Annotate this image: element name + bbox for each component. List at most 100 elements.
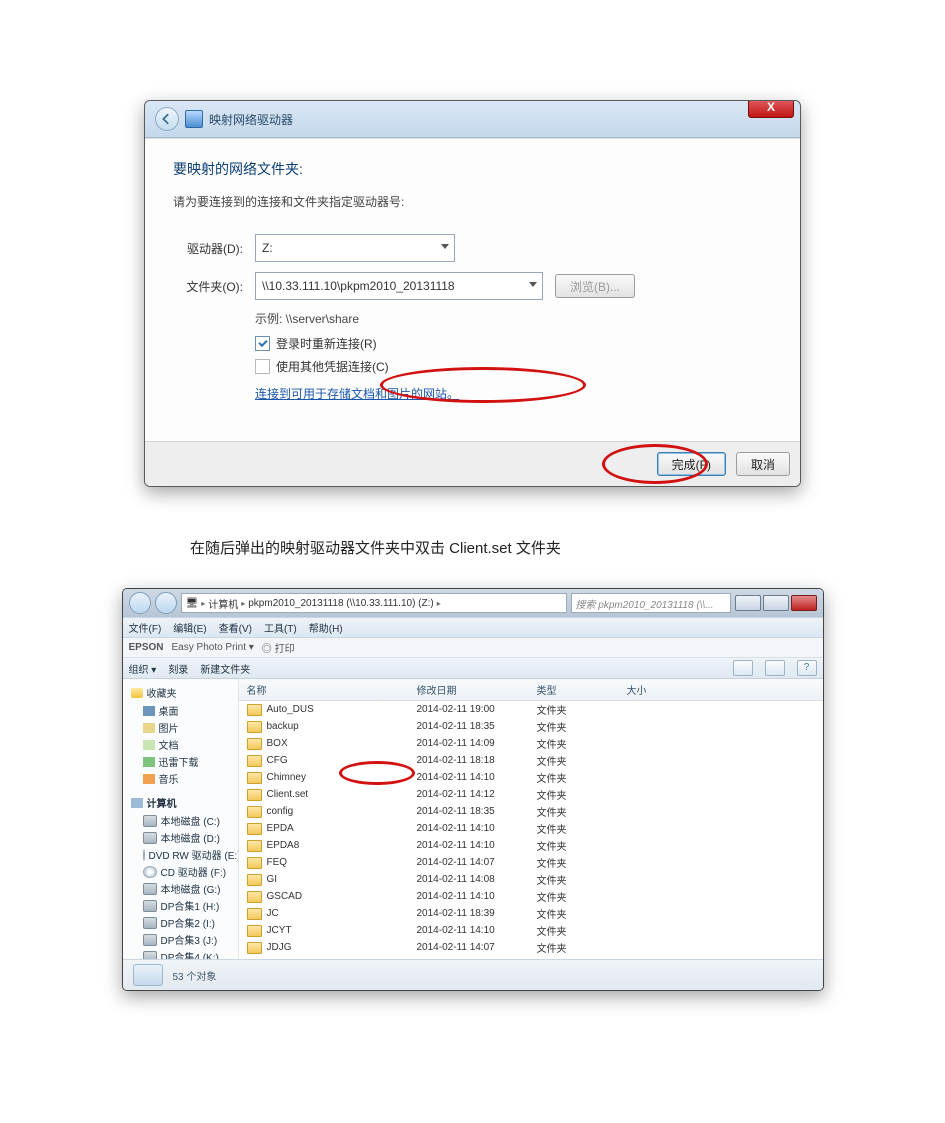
othercred-checkbox[interactable]: [255, 359, 270, 374]
file-row[interactable]: GI2014-02-11 14:08文件夹: [239, 871, 823, 888]
back-button[interactable]: [155, 107, 179, 131]
nav-pictures[interactable]: 图片: [159, 720, 179, 735]
file-row[interactable]: JCYT2014-02-11 14:10文件夹: [239, 922, 823, 939]
nav-dp-j[interactable]: DP合集3 (J:): [161, 932, 218, 947]
folder-icon: [247, 857, 262, 869]
breadcrumb-drive[interactable]: pkpm2010_20131118 (\\10.33.111.10) (Z:): [248, 598, 434, 609]
file-date: 2014-02-11 14:07: [417, 857, 537, 868]
nav-dp-i[interactable]: DP合集2 (I:): [161, 915, 215, 930]
file-type: 文件夹: [537, 787, 627, 802]
nav-computer[interactable]: 计算机: [147, 795, 177, 810]
nav-local-d[interactable]: 本地磁盘 (D:): [161, 830, 220, 845]
file-type: 文件夹: [537, 906, 627, 921]
file-row[interactable]: Auto_DUS2014-02-11 19:00文件夹: [239, 701, 823, 718]
file-name: JDJG: [267, 942, 292, 953]
col-date[interactable]: 修改日期: [417, 682, 537, 697]
nav-local-g[interactable]: 本地磁盘 (G:): [161, 881, 221, 896]
menu-help[interactable]: 帮助(H): [309, 620, 343, 635]
nav-forward-button[interactable]: [155, 592, 177, 614]
folder-icon: [247, 908, 262, 920]
col-size[interactable]: 大小: [627, 682, 815, 697]
desktop-icon: [143, 706, 155, 716]
nav-thunder[interactable]: 迅雷下载: [159, 754, 199, 769]
file-date: 2014-02-11 14:08: [417, 874, 537, 885]
file-type: 文件夹: [537, 838, 627, 853]
map-drive-dialog: X 映射网络驱动器 要映射的网络文件夹: 请为要连接到的连接和文件夹指定驱动器号…: [144, 100, 801, 487]
file-name: JC: [267, 908, 279, 919]
finish-button[interactable]: 完成(F): [657, 452, 726, 476]
file-type: 文件夹: [537, 719, 627, 734]
file-row[interactable]: JDJG2014-02-11 14:07文件夹: [239, 939, 823, 956]
menu-edit[interactable]: 编辑(E): [173, 620, 206, 635]
file-name: config: [267, 806, 294, 817]
col-type[interactable]: 类型: [537, 682, 627, 697]
view-options-icon[interactable]: [733, 660, 753, 676]
menu-view[interactable]: 查看(V): [219, 620, 252, 635]
window-close-button[interactable]: [791, 595, 817, 611]
preview-pane-icon[interactable]: [765, 660, 785, 676]
file-name: FEQ: [267, 857, 288, 868]
nav-back-button[interactable]: [129, 592, 151, 614]
download-icon: [143, 757, 155, 767]
nav-desktop[interactable]: 桌面: [159, 703, 179, 718]
file-row[interactable]: Chimney2014-02-11 14:10文件夹: [239, 769, 823, 786]
epson-easyprint[interactable]: Easy Photo Print ▾: [172, 642, 254, 653]
folder-icon: [247, 959, 262, 960]
nav-local-c[interactable]: 本地磁盘 (C:): [161, 813, 220, 828]
file-row[interactable]: BOX2014-02-11 14:09文件夹: [239, 735, 823, 752]
file-row[interactable]: EPDA2014-02-11 14:10文件夹: [239, 820, 823, 837]
epson-toolbar: EPSON Easy Photo Print ▾ ◎ 打印: [123, 638, 823, 658]
folder-combo[interactable]: \\10.33.111.10\pkpm2010_20131118: [255, 272, 543, 300]
cancel-button[interactable]: 取消: [736, 452, 790, 476]
file-date: 2014-02-11 14:10: [417, 925, 537, 936]
music-icon: [143, 774, 155, 784]
search-input[interactable]: 搜索 pkpm2010_20131118 (\\...: [571, 593, 731, 613]
maximize-button[interactable]: [763, 595, 789, 611]
col-name[interactable]: 名称: [247, 682, 417, 697]
column-headers[interactable]: 名称 修改日期 类型 大小: [239, 679, 823, 701]
newfolder-button[interactable]: 新建文件夹: [200, 661, 250, 676]
organize-menu[interactable]: 组织 ▾: [129, 661, 157, 676]
disk-icon: [143, 815, 157, 827]
address-bar[interactable]: 🖥 ▸ 计算机 ▸ pkpm2010_20131118 (\\10.33.111…: [181, 593, 567, 613]
file-row[interactable]: backup2014-02-11 18:35文件夹: [239, 718, 823, 735]
disk-icon: [143, 951, 157, 960]
file-row[interactable]: JC 2014-02-11 18:39文件夹: [239, 905, 823, 922]
file-type: 文件夹: [537, 923, 627, 938]
menu-file[interactable]: 文件(F): [129, 620, 162, 635]
folder-icon: [247, 891, 262, 903]
file-type: 文件夹: [537, 872, 627, 887]
file-row[interactable]: config2014-02-11 18:35文件夹: [239, 803, 823, 820]
help-icon[interactable]: ?: [797, 660, 817, 676]
folder-icon: [247, 721, 262, 733]
nav-music[interactable]: 音乐: [159, 771, 179, 786]
folder-icon: [247, 942, 262, 954]
file-row[interactable]: FEQ2014-02-11 14:07文件夹: [239, 854, 823, 871]
file-date: 2014-02-11 18:39: [417, 908, 537, 919]
storage-link[interactable]: 连接到可用于存储文档和图片的网站。: [255, 387, 459, 401]
nav-dp-h[interactable]: DP合集1 (H:): [161, 898, 220, 913]
minimize-button[interactable]: [735, 595, 761, 611]
epson-print[interactable]: ◎ 打印: [262, 640, 295, 655]
file-row[interactable]: EPDA82014-02-11 14:10文件夹: [239, 837, 823, 854]
nav-cd[interactable]: CD 驱动器 (F:): [161, 864, 227, 879]
breadcrumb-computer[interactable]: 计算机: [208, 596, 238, 611]
folder-icon: [247, 704, 262, 716]
file-row[interactable]: JLQ2014-02-11 14:08文件夹: [239, 956, 823, 959]
file-row[interactable]: Client.set2014-02-11 14:12文件夹: [239, 786, 823, 803]
othercred-label: 使用其他凭据连接(C): [276, 358, 389, 375]
reconnect-checkbox[interactable]: [255, 336, 270, 351]
file-row[interactable]: CFG2014-02-11 18:18文件夹: [239, 752, 823, 769]
nav-favorites[interactable]: 收藏夹: [147, 685, 177, 700]
drive-combo[interactable]: Z:: [255, 234, 455, 262]
browse-button[interactable]: 浏览(B)...: [555, 274, 635, 298]
nav-dvd[interactable]: DVD RW 驱动器 (E:): [149, 847, 239, 862]
drive-icon: [185, 110, 203, 128]
nav-docs[interactable]: 文档: [159, 737, 179, 752]
file-row[interactable]: GSCAD2014-02-11 14:10文件夹: [239, 888, 823, 905]
nav-dp-k[interactable]: DP合集4 (K:): [161, 949, 219, 959]
close-button[interactable]: X: [748, 100, 794, 118]
burn-button[interactable]: 刻录: [168, 661, 188, 676]
menu-tools[interactable]: 工具(T): [264, 620, 297, 635]
file-date: 2014-02-11 14:10: [417, 772, 537, 783]
